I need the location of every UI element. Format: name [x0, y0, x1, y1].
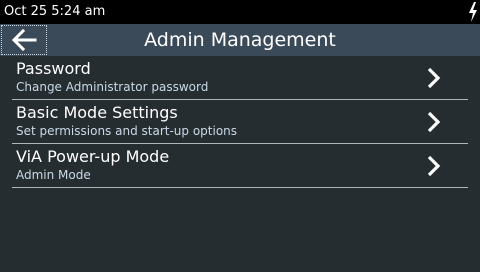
- chevron-right-icon: [427, 111, 441, 133]
- page-title: Admin Management: [144, 29, 336, 51]
- header-bar: Admin Management: [0, 24, 480, 56]
- menu-item-subtitle: Set permissions and start-up options: [16, 124, 238, 138]
- menu-item-password[interactable]: Password Change Administrator password: [12, 56, 468, 100]
- back-button[interactable]: [1, 25, 47, 55]
- chevron-right-icon: [427, 67, 441, 89]
- menu-list: Password Change Administrator password B…: [12, 56, 468, 188]
- menu-item-subtitle: Admin Mode: [16, 168, 91, 182]
- lightning-bolt-icon: [469, 2, 477, 22]
- menu-item-title: ViA Power-up Mode: [16, 147, 170, 166]
- menu-item-title: Password: [16, 59, 91, 78]
- menu-item-basic-mode-settings[interactable]: Basic Mode Settings Set permissions and …: [12, 100, 468, 144]
- menu-item-subtitle: Change Administrator password: [16, 80, 209, 94]
- menu-item-title: Basic Mode Settings: [16, 103, 178, 122]
- chevron-right-icon: [427, 155, 441, 177]
- status-bar: Oct 25 5:24 am: [0, 0, 480, 24]
- menu-item-power-up-mode[interactable]: ViA Power-up Mode Admin Mode: [12, 144, 468, 188]
- status-time: Oct 25 5:24 am: [4, 4, 106, 19]
- arrow-left-icon: [11, 29, 37, 51]
